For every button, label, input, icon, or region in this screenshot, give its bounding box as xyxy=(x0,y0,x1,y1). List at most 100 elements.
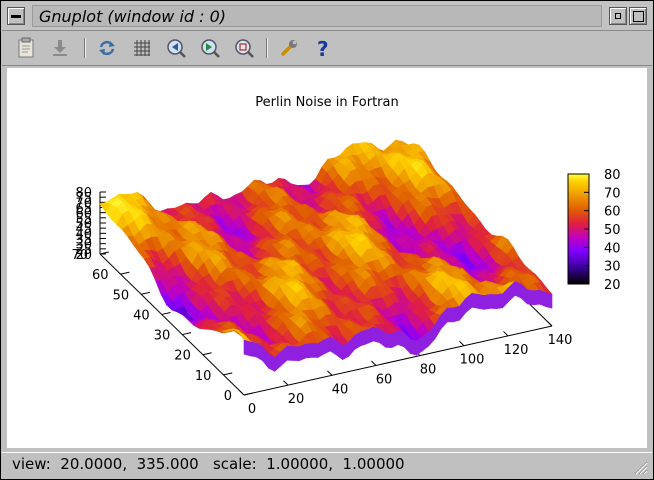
window-menu-icon xyxy=(11,14,21,18)
surface-front-edge xyxy=(243,339,251,357)
x-tick-label: 140 xyxy=(548,333,573,348)
colorbar-tick-label: 50 xyxy=(604,223,621,238)
zoom-next-button[interactable] xyxy=(198,36,222,60)
surface-front-edge xyxy=(292,346,300,362)
x-tick-label: 120 xyxy=(504,343,529,358)
surface-front-edge xyxy=(471,292,479,309)
x-tick-label: 80 xyxy=(420,363,437,378)
surface-front-edge xyxy=(305,343,313,359)
window-menu-button[interactable] xyxy=(7,7,25,25)
y-tick-label: 40 xyxy=(133,308,150,323)
y-tick xyxy=(223,372,233,376)
x-tick-label: 40 xyxy=(332,382,349,397)
title-bar[interactable]: Gnuplot (window id : 0) xyxy=(2,2,652,31)
options-button[interactable] xyxy=(277,36,301,60)
surface-front-edge xyxy=(366,326,374,345)
surface-front-edge xyxy=(360,329,368,347)
grid-icon xyxy=(134,40,150,56)
zoom-previous-button[interactable] xyxy=(164,36,188,60)
x-tick-label: 0 xyxy=(248,402,256,417)
x-tick xyxy=(283,380,289,386)
y-tick xyxy=(182,332,192,336)
colorbar-tick-label: 80 xyxy=(604,168,621,183)
help-button[interactable]: ? xyxy=(311,36,335,60)
x-tick xyxy=(547,321,553,327)
toolbar-separator xyxy=(266,38,268,58)
colorbar-tick-label: 20 xyxy=(604,278,621,293)
plot-area[interactable]: Perlin Noise in Fortran 0 20 40 60 80 100 120 1… xyxy=(7,68,647,448)
autoscale-button[interactable] xyxy=(232,36,256,60)
surface-front-edge xyxy=(385,333,393,349)
x-tick xyxy=(503,331,509,337)
surface-front-edge xyxy=(299,343,306,362)
y-tick-label: 30 xyxy=(154,329,171,344)
y-tick xyxy=(120,271,130,275)
surface-front-edge xyxy=(249,341,257,358)
y-tick xyxy=(161,311,171,315)
surface-plot: Perlin Noise in Fortran 0 20 40 60 80 100 120 1… xyxy=(71,95,621,417)
surface-front-edge xyxy=(323,336,331,355)
plot-title: Perlin Noise in Fortran xyxy=(255,95,398,110)
z-tick-label: 80 xyxy=(75,186,92,201)
window-title: Gnuplot (window id : 0) xyxy=(32,5,602,27)
svg-text:?: ? xyxy=(317,37,329,59)
x-tick-label: 20 xyxy=(288,392,305,407)
surface-front-edge xyxy=(373,326,380,343)
surface-front-edge xyxy=(397,330,405,348)
surface-front-edge xyxy=(514,280,522,299)
surface-front-edge xyxy=(311,343,319,358)
surface-front-edge xyxy=(409,339,417,356)
y-tick-label: 50 xyxy=(113,288,130,303)
y-tick xyxy=(243,392,253,396)
colorbar-tick-label: 60 xyxy=(604,205,621,220)
gnuplot-window: Gnuplot (window id : 0) ? Perlin Noise i… xyxy=(0,0,654,480)
surface-front-edge xyxy=(483,294,491,310)
surface-front-edge xyxy=(490,294,497,310)
surface-front-edge xyxy=(446,307,454,323)
resize-grip-icon[interactable] xyxy=(632,459,648,475)
surface-front-edge xyxy=(533,289,541,306)
surface-front-edge xyxy=(453,305,460,323)
colorbar-tick-label: 40 xyxy=(604,241,621,256)
surface-front-edge xyxy=(545,292,553,309)
export-button[interactable] xyxy=(48,36,72,60)
surface-front-edge xyxy=(342,341,350,361)
x-tick xyxy=(371,360,377,366)
copy-clipboard-button[interactable] xyxy=(14,36,38,60)
surface-front-edge xyxy=(286,345,294,361)
clipboard-icon xyxy=(18,37,34,58)
y-tick-label: 0 xyxy=(224,389,232,404)
maximize-button[interactable] xyxy=(629,7,647,25)
minimize-button[interactable] xyxy=(609,7,627,25)
maximize-icon xyxy=(632,10,644,22)
x-tick-label: 60 xyxy=(376,372,393,387)
x-tick xyxy=(459,340,465,347)
y-tick xyxy=(202,352,212,356)
surface-front-edge xyxy=(527,289,534,306)
replot-button[interactable] xyxy=(95,36,119,60)
minimize-icon xyxy=(615,13,621,19)
surface-front-edge xyxy=(496,293,504,310)
status-text: view: 20.0000, 335.000 scale: 1.00000, 1… xyxy=(12,455,405,473)
download-icon xyxy=(53,40,67,56)
y-tick xyxy=(141,291,151,295)
colorbar-tick-label: 30 xyxy=(604,260,621,275)
toolbar-separator xyxy=(84,38,86,58)
surface-front-edge xyxy=(391,330,399,349)
surface-front-edge xyxy=(268,353,276,372)
status-bar: view: 20.0000, 335.000 scale: 1.00000, 1… xyxy=(2,452,652,479)
zoom-prev-icon xyxy=(167,39,186,58)
zoom-fit-icon xyxy=(235,39,254,58)
wrench-icon xyxy=(281,40,297,56)
surface-front-edge xyxy=(477,294,485,310)
x-tick xyxy=(327,370,333,376)
refresh-icon xyxy=(99,40,115,56)
zoom-next-icon xyxy=(201,39,220,58)
help-icon: ? xyxy=(317,37,329,59)
surface-front-edge xyxy=(539,289,547,308)
x-tick-label: 100 xyxy=(460,353,485,368)
toolbar: ? xyxy=(2,31,652,66)
toggle-grid-button[interactable] xyxy=(130,36,154,60)
colorbar-tick-label: 70 xyxy=(604,186,621,201)
y-tick-label: 60 xyxy=(92,268,109,283)
